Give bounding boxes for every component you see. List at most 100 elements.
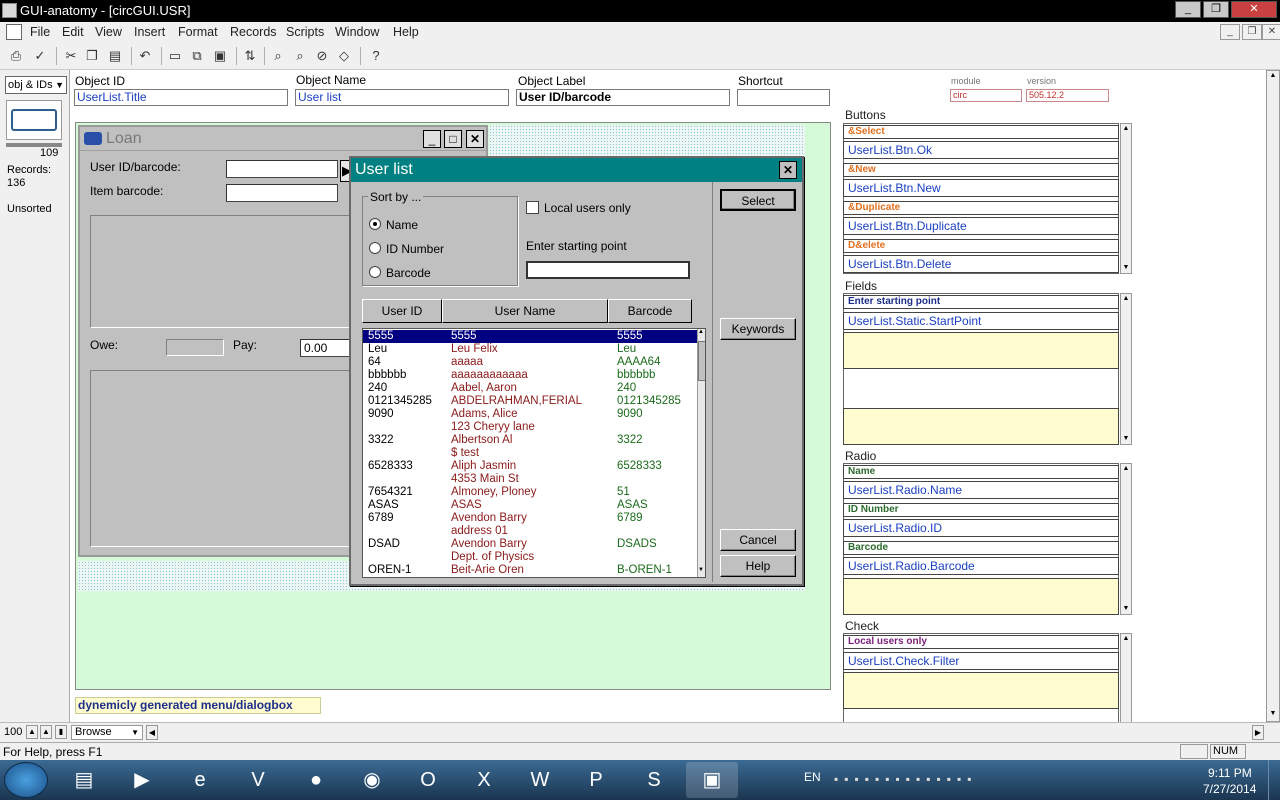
scroll-up-icon[interactable]: ▲ — [698, 329, 704, 335]
pay-input[interactable]: 0.00 — [300, 339, 352, 357]
check-id-0[interactable]: UserList.Check.Filter — [843, 652, 1119, 670]
find-all-icon[interactable]: ⌕ — [292, 48, 308, 64]
radio-prop-label-1[interactable]: ID Number — [843, 503, 1119, 517]
internet-explorer-icon[interactable]: e — [174, 762, 226, 798]
powerpoint-icon[interactable]: P — [570, 762, 622, 798]
user-list-row[interactable]: bbbbbb aaaaaaaaaaaa bbbbbb — [363, 369, 697, 382]
radio-barcode[interactable] — [369, 266, 381, 278]
scroll-up-icon[interactable]: ▲ — [1121, 634, 1131, 644]
scroll-down-icon[interactable]: ▼ — [698, 567, 704, 573]
field-empty-slot[interactable] — [843, 408, 1119, 445]
menu-view[interactable]: View — [95, 25, 122, 39]
user-list-row[interactable]: 4353 Main St — [363, 473, 697, 486]
user-list-row[interactable]: 5555 5555 5555 — [363, 330, 697, 343]
minimize-button[interactable]: _ — [1175, 1, 1201, 18]
language-indicator[interactable]: EN — [804, 770, 821, 784]
scroll-up-icon[interactable]: ▲ — [1121, 124, 1131, 134]
mdi-restore-button[interactable]: ❐ — [1242, 24, 1262, 40]
user-list-row[interactable]: 6789 Avendon Barry 6789 — [363, 512, 697, 525]
cut-icon[interactable]: ✂ — [63, 48, 79, 64]
radio-prop-id-1[interactable]: UserList.Radio.ID — [843, 519, 1119, 537]
book-icon[interactable] — [6, 100, 62, 140]
scroll-up-icon[interactable]: ▲ — [1121, 464, 1131, 474]
field-id-0[interactable]: UserList.Static.StartPoint — [843, 312, 1119, 330]
user-list-table[interactable]: 5555 5555 5555 Leu Leu Felix Leu 64 aaaaa AAAA64… — [362, 328, 706, 578]
radio-name[interactable] — [369, 218, 381, 230]
item-barcode-input[interactable] — [226, 184, 338, 202]
spellcheck-icon[interactable]: ✓ — [32, 48, 48, 64]
skype-icon[interactable]: S — [628, 762, 680, 798]
shortcut-field[interactable] — [737, 89, 830, 106]
radio-prop-id-2[interactable]: UserList.Radio.Barcode — [843, 557, 1119, 575]
find-icon[interactable]: ⌕ — [270, 48, 286, 64]
field-label-0[interactable]: Enter starting point — [843, 295, 1119, 309]
mdi-close-button[interactable]: ✕ — [1262, 24, 1280, 40]
object-label-field[interactable]: User ID/barcode — [516, 89, 730, 106]
button-label-0[interactable]: &Select — [843, 125, 1119, 139]
menu-edit[interactable]: Edit — [62, 25, 84, 39]
module-field[interactable]: circ — [950, 89, 1022, 102]
document-icon[interactable] — [6, 24, 22, 40]
loan-history-list[interactable] — [90, 370, 352, 547]
user-list-row[interactable]: 6528333 Aliph Jasmin 6528333 — [363, 460, 697, 473]
keywords-button[interactable]: Keywords — [720, 318, 796, 340]
menu-scripts[interactable]: Scripts — [286, 25, 324, 39]
zoom-in-icon[interactable]: ▲ — [40, 725, 52, 739]
user-list-row[interactable]: ASAS ASAS ASAS — [363, 499, 697, 512]
mode-selector[interactable]: Browse ▼ — [71, 725, 143, 740]
column-header-barcode[interactable]: Barcode — [608, 299, 692, 323]
print-icon[interactable]: ⎙ — [8, 48, 24, 64]
outlook-icon[interactable]: O — [402, 762, 454, 798]
new-record-icon[interactable]: ▭ — [167, 48, 183, 64]
user-list-row[interactable]: DSAD Avendon Barry DSADS — [363, 538, 697, 551]
main-vertical-scrollbar[interactable]: ▲ ▼ — [1266, 70, 1280, 722]
start-button[interactable] — [4, 762, 48, 798]
check-scrollbar[interactable]: ▲ — [1120, 633, 1132, 725]
user-list-close-button[interactable]: ✕ — [779, 161, 797, 179]
menu-format[interactable]: Format — [178, 25, 218, 39]
scroll-up-icon[interactable]: ▲ — [1267, 71, 1279, 81]
fields-scrollbar[interactable]: ▲ ▼ — [1120, 293, 1132, 445]
loan-maximize-button[interactable]: □ — [444, 130, 462, 148]
duplicate-record-icon[interactable]: ⧉ — [189, 48, 205, 64]
user-list-row[interactable]: $ test — [363, 447, 697, 460]
loan-minimize-button[interactable]: _ — [423, 130, 441, 148]
menu-file[interactable]: File — [30, 25, 50, 39]
user-list-row[interactable]: 3322 Albertson Al 3322 — [363, 434, 697, 447]
field-empty-slot[interactable] — [843, 332, 1119, 369]
scroll-left-icon[interactable]: ◀ — [146, 725, 158, 740]
loan-close-button[interactable]: ✕ — [466, 130, 484, 148]
user-id-input[interactable] — [226, 160, 338, 178]
starting-point-input[interactable] — [526, 261, 690, 279]
chrome-icon[interactable]: ◉ — [346, 762, 398, 798]
column-header-user-name[interactable]: User Name — [442, 299, 608, 323]
object-name-field[interactable]: User list — [295, 89, 509, 106]
version-field[interactable]: 505.12.2 — [1026, 89, 1109, 102]
scroll-up-icon[interactable]: ▲ — [1121, 294, 1131, 304]
undo-icon[interactable]: ↶ — [137, 48, 153, 64]
help-button[interactable]: Help — [720, 555, 796, 577]
cancel-button[interactable]: Cancel — [720, 529, 796, 551]
maximize-button[interactable]: ❐ — [1203, 1, 1229, 18]
excel-icon[interactable]: X — [458, 762, 510, 798]
user-list-row[interactable]: 123 Cheryy lane — [363, 421, 697, 434]
scroll-down-icon[interactable]: ▼ — [1121, 604, 1131, 614]
object-id-field[interactable]: UserList.Title — [74, 89, 288, 106]
mdi-minimize-button[interactable]: _ — [1220, 24, 1240, 40]
button-label-1[interactable]: &New — [843, 163, 1119, 177]
radio-id-number[interactable] — [369, 242, 381, 254]
user-list-scrollbar[interactable]: ▲ ▼ — [697, 329, 705, 577]
help-icon[interactable]: ? — [368, 48, 384, 64]
layout-selector[interactable]: obj & IDs ▼ — [5, 76, 67, 94]
check-label-0[interactable]: Local users only — [843, 635, 1119, 649]
check-empty-slot[interactable] — [843, 672, 1119, 709]
menu-insert[interactable]: Insert — [134, 25, 165, 39]
user-list-row[interactable]: 240 Aabel, Aaron 240 — [363, 382, 697, 395]
show-all-icon[interactable]: ◇ — [336, 48, 352, 64]
copy-icon[interactable]: ❐ — [84, 48, 100, 64]
word-icon[interactable]: W — [514, 762, 566, 798]
user-list-row[interactable]: 7654321 Almoney, Ploney 51 — [363, 486, 697, 499]
user-list-row[interactable]: 9090 Adams, Alice 9090 — [363, 408, 697, 421]
buttons-scrollbar[interactable]: ▲ ▼ — [1120, 123, 1132, 274]
user-list-row[interactable]: 64 aaaaa AAAA64 — [363, 356, 697, 369]
